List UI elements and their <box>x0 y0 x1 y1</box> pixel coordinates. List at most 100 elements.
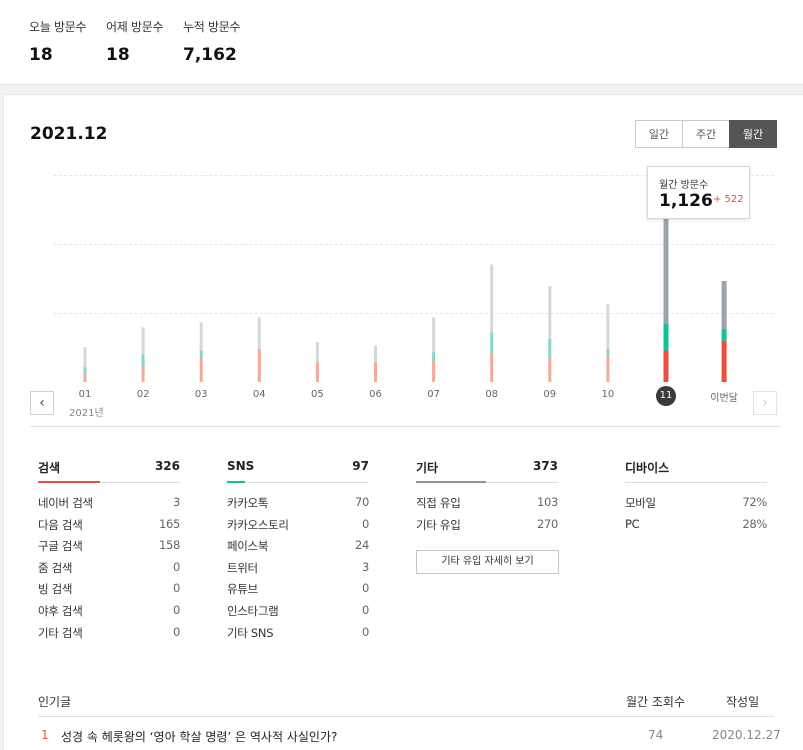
sns-row-label: 인스타그램 <box>227 603 279 618</box>
chart-bar-segment[interactable] <box>141 353 145 366</box>
search-source-header: 검색 326 <box>38 459 180 483</box>
etc-detail-button[interactable]: 기타 유입 자세히 보기 <box>416 550 559 575</box>
total-visits-value: 7,162 <box>183 45 237 65</box>
search-row-value: 158 <box>158 538 180 553</box>
sns-row-label: 유튜브 <box>227 582 258 597</box>
device-row-value: 72% <box>742 495 767 509</box>
chart-bar-segment[interactable] <box>606 348 610 356</box>
popular-post-row[interactable]: 1 성경 속 헤롯왕의 ‘영아 학살 명령’ 은 역사적 사실인가? 74 20… <box>38 728 781 750</box>
chart-bar-segment[interactable] <box>490 332 494 354</box>
chart-x-tick-label[interactable]: 01 <box>65 389 105 400</box>
etc-source-column: 기타 373 직접 유입 103 기타 유입 270 기타 유입 자세히 보기 <box>416 459 559 575</box>
chart-bar-segment[interactable] <box>315 342 319 363</box>
search-row: 야후 검색 0 <box>38 603 180 625</box>
chart-bar-segment[interactable] <box>490 353 494 382</box>
chart-x-tick-label[interactable]: 09 <box>530 389 570 400</box>
chart-bar-segment[interactable] <box>199 357 203 382</box>
etc-row: 직접 유입 103 <box>416 495 558 517</box>
chart-x-tick-label[interactable]: 08 <box>472 389 512 400</box>
chevron-right-icon: › <box>762 395 768 411</box>
search-row-label: 빙 검색 <box>38 582 73 597</box>
chart-next-button[interactable]: › <box>753 391 777 415</box>
chart-bar-segment[interactable] <box>490 264 494 333</box>
chart-bar-segment[interactable] <box>663 350 669 382</box>
total-visits: 누적 방문수 7,162 <box>183 18 241 65</box>
chart-x-tick-label[interactable]: 이번달 <box>704 389 744 404</box>
sns-row: 카카오스토리 0 <box>227 517 369 539</box>
chart-bar-segment[interactable] <box>606 355 610 382</box>
sns-row: 인스타그램 0 <box>227 603 369 625</box>
search-row: 기타 검색 0 <box>38 625 180 647</box>
sns-row-value: 0 <box>361 624 369 639</box>
chart-bar-segment[interactable] <box>606 304 610 349</box>
chart-x-tick-label[interactable]: 07 <box>414 389 454 400</box>
chart-x-tick-label[interactable]: 02 <box>123 389 163 400</box>
chart-bar-segment[interactable] <box>141 327 145 354</box>
chart-bar-segment[interactable] <box>199 350 203 358</box>
device-row-label: PC <box>625 516 640 531</box>
device-title: 디바이스 <box>625 461 670 475</box>
today-visits-label: 오늘 방문수 <box>29 20 87 34</box>
chart-bar-segment[interactable] <box>663 324 669 351</box>
etc-source-header: 기타 373 <box>416 459 558 483</box>
chart-bar-segment[interactable] <box>374 362 377 382</box>
search-row: 빙 검색 0 <box>38 581 180 603</box>
chart-bar-segment[interactable] <box>432 360 436 382</box>
search-row-value: 0 <box>172 624 180 639</box>
etc-source-underline <box>416 481 486 483</box>
search-row: 구글 검색 158 <box>38 538 180 560</box>
chart-divider <box>30 426 780 427</box>
chart-bar-segment[interactable] <box>432 352 436 361</box>
etc-row-label: 기타 유입 <box>416 517 461 532</box>
chevron-left-icon: ‹ <box>39 395 45 411</box>
sns-row-label: 카카오톡 <box>227 496 269 510</box>
search-row-value: 0 <box>172 559 180 574</box>
sns-row-value: 0 <box>361 516 369 531</box>
chart-bar-segment[interactable] <box>548 338 552 358</box>
chart-bar-segment[interactable] <box>83 347 87 368</box>
chart-bar-segment[interactable] <box>83 367 87 374</box>
search-source-column: 검색 326 네이버 검색 3 다음 검색 165 구글 검색 158 줌 검색 0 빙 검색 0… <box>38 459 180 646</box>
chart-year-label: 2021년 <box>69 408 104 419</box>
sns-row-label: 페이스북 <box>227 539 269 554</box>
chart-bar-segment[interactable] <box>257 348 261 382</box>
chart-bar-segment[interactable] <box>199 322 203 351</box>
etc-row-value: 103 <box>536 495 558 509</box>
chart-bar-segment[interactable] <box>374 345 377 363</box>
today-visits: 오늘 방문수 18 <box>29 18 87 65</box>
sns-row: 기타 SNS 0 <box>227 625 369 647</box>
chart-bar-segment[interactable] <box>83 373 87 382</box>
chart-x-tick-label[interactable]: 06 <box>356 389 396 400</box>
sns-source-column: SNS 97 카카오톡 70 카카오스토리 0 페이스북 24 트위터 3 유튜브 0 인스타그램 0… <box>227 459 369 646</box>
chart-x-tick-label[interactable]: 11 <box>656 386 676 406</box>
chart-x-tick-label[interactable]: 10 <box>588 389 628 400</box>
chart-bar-segment[interactable] <box>721 329 727 341</box>
chart-bar-segment[interactable] <box>257 317 261 349</box>
search-row: 네이버 검색 3 <box>38 495 180 517</box>
chart-bar-segment[interactable] <box>721 340 727 382</box>
sns-row-label: 기타 SNS <box>227 625 274 640</box>
etc-source-list: 직접 유입 103 기타 유입 270 <box>416 495 558 538</box>
chart-bar-segment[interactable] <box>548 357 552 382</box>
sns-source-header: SNS 97 <box>227 459 369 483</box>
search-row: 다음 검색 165 <box>38 517 180 539</box>
sns-row-value: 0 <box>361 581 369 596</box>
chart-x-tick-label[interactable]: 03 <box>181 389 221 400</box>
total-visits-label: 누적 방문수 <box>183 20 241 34</box>
chart-bar-segment[interactable] <box>432 317 436 353</box>
chart-bar-segment[interactable] <box>141 365 145 382</box>
popular-post-title[interactable]: 성경 속 헤롯왕의 ‘영아 학살 명령’ 은 역사적 사실인가? <box>61 728 337 745</box>
chart-x-tick-label[interactable]: 05 <box>297 389 337 400</box>
chart-x-tick-label[interactable]: 04 <box>239 389 279 400</box>
chart-bar-segment[interactable] <box>721 280 727 330</box>
chart-prev-button[interactable]: ‹ <box>30 391 54 415</box>
search-source-list: 네이버 검색 3 다음 검색 165 구글 검색 158 줌 검색 0 빙 검색 0 야후 검색 0 기… <box>38 495 180 646</box>
popular-posts-views-header: 월간 조회수 <box>626 695 686 709</box>
chart-bar-segment[interactable] <box>548 285 552 339</box>
chart-bar-segment[interactable] <box>315 362 319 382</box>
search-row-value: 165 <box>158 516 180 531</box>
search-row-label: 기타 검색 <box>38 625 83 640</box>
sns-row-label: 카카오스토리 <box>227 517 289 532</box>
popular-posts-date-header: 작성일 <box>726 695 760 709</box>
search-row-label: 구글 검색 <box>38 539 83 554</box>
